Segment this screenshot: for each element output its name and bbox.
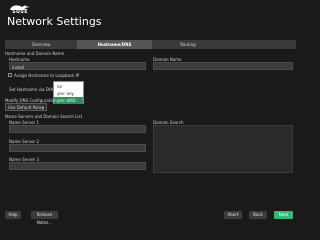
dhcp-option-yes-any[interactable]: yes: any — [54, 90, 83, 97]
tab-label: Overview — [31, 42, 51, 47]
hostname-field[interactable]: install — [9, 62, 146, 70]
dns-policy-combo[interactable]: Use Default Policy ▾ — [5, 103, 47, 111]
domain-search-list[interactable] — [153, 125, 293, 173]
page-title: Network Settings — [7, 15, 102, 28]
assign-loopback-label: Assign Hostname to Loopback IP — [14, 73, 80, 78]
domain-name-field[interactable] — [153, 62, 293, 70]
name-server-2-field[interactable] — [9, 144, 146, 152]
chevron-down-icon: ▾ — [41, 105, 44, 110]
name-server-3-field[interactable] — [9, 162, 146, 170]
assign-loopback-checkbox[interactable] — [8, 73, 12, 77]
hostname-value: install — [12, 65, 24, 70]
abort-button[interactable]: Abort — [224, 211, 242, 219]
dhcp-hostname-dropdown[interactable]: no yes: any yes: eth0 — [53, 81, 84, 104]
dhcp-option-no[interactable]: no — [54, 83, 83, 90]
hostname-section-heading: Hostname and Domain Name — [5, 51, 65, 56]
tab-label: Routing — [180, 42, 196, 47]
help-button[interactable]: Help — [5, 211, 21, 219]
name-servers-heading: Name Servers and Domain Search List — [5, 114, 83, 119]
back-button[interactable]: Back — [249, 211, 267, 219]
dhcp-option-yes-eth0[interactable]: yes: eth0 — [54, 97, 83, 104]
dns-policy-value: Use Default Policy — [8, 105, 45, 110]
tab-hostname-dns[interactable]: Hostname/DNS — [77, 40, 152, 49]
name-server-1-field[interactable] — [9, 125, 146, 133]
tab-overview[interactable]: Overview — [5, 40, 77, 49]
tab-bar: Overview Hostname/DNS Routing — [5, 40, 296, 49]
set-hostname-dhcp-label: Set Hostname via DHCP — [9, 87, 58, 92]
tab-routing[interactable]: Routing — [152, 40, 224, 49]
tab-label: Hostname/DNS — [97, 42, 132, 47]
next-button[interactable]: Next — [274, 211, 293, 219]
release-notes-button[interactable]: Release Notes... — [31, 211, 58, 225]
